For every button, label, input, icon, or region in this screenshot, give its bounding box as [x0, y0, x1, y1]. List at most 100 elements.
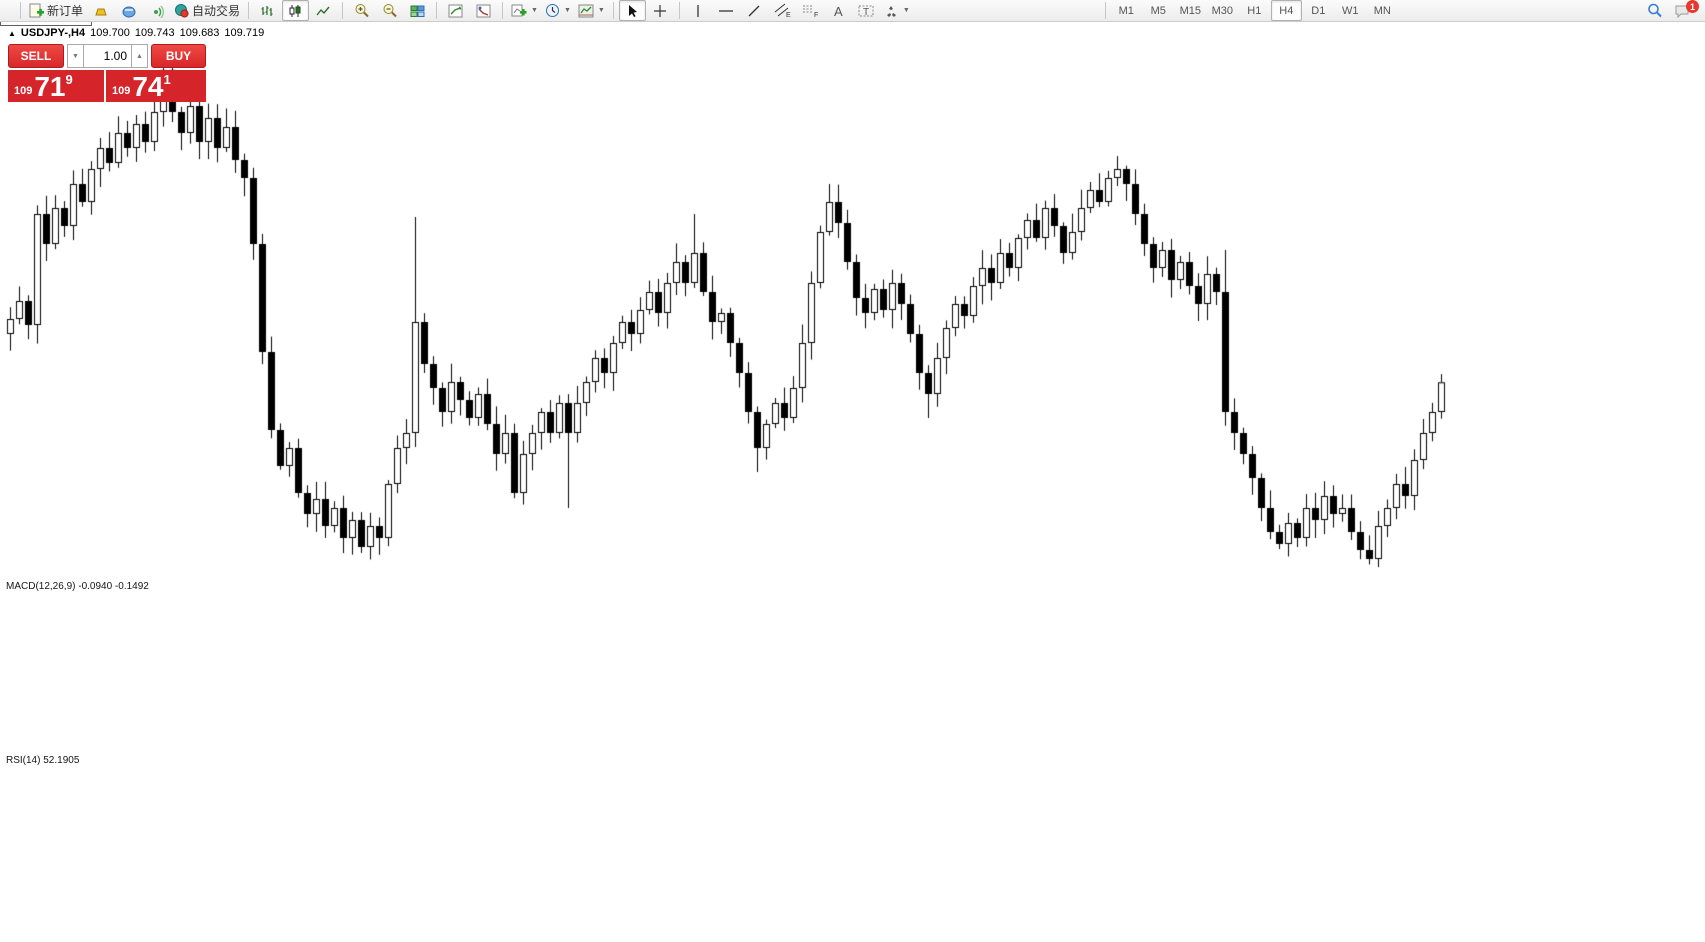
text-button[interactable]: A: [825, 0, 852, 21]
timeframe-m15[interactable]: M15: [1175, 0, 1206, 21]
indicator-window-button[interactable]: [442, 0, 469, 21]
toolbar-separator: [679, 2, 680, 19]
buy-button[interactable]: BUY: [151, 44, 206, 68]
timeframe-m5[interactable]: M5: [1143, 0, 1174, 21]
cursor-button[interactable]: [619, 0, 646, 21]
autotrading-icon: [174, 3, 189, 18]
buy-price-point: 1: [164, 72, 171, 87]
fibonacci-button[interactable]: F: [797, 0, 824, 21]
timeframe-w1[interactable]: W1: [1335, 0, 1366, 21]
channel-button[interactable]: E: [769, 0, 796, 21]
template-icon: [578, 4, 594, 18]
tile-windows-icon: [410, 4, 425, 18]
channel-icon: E: [774, 3, 791, 18]
bar-chart-button[interactable]: [254, 0, 281, 21]
new-order-label: 新订单: [47, 2, 83, 19]
tile-windows-button[interactable]: [404, 0, 431, 21]
toolbar-separator: [613, 2, 614, 19]
sell-price-pips: 71: [34, 74, 65, 100]
notifications-button[interactable]: 1: [1672, 0, 1702, 21]
mt4-window: 新订单 自动交易 ▼ ▼ ▼ E F A T ▼: [0, 0, 1705, 942]
arrows-icon: [884, 4, 899, 18]
signal-button[interactable]: [143, 0, 170, 21]
svg-text:F: F: [814, 12, 818, 18]
indicator-window-icon: [448, 4, 463, 18]
clock-icon: [545, 3, 560, 18]
candlestick-chart-icon: [288, 4, 303, 18]
timeframe-m1[interactable]: M1: [1111, 0, 1142, 21]
search-icon: [1647, 3, 1663, 18]
search-button[interactable]: [1641, 0, 1668, 21]
toolbar-separator: [502, 2, 503, 19]
toolbar-separator: [20, 2, 21, 19]
toolbar: 新订单 自动交易 ▼ ▼ ▼ E F A T ▼: [0, 0, 1705, 22]
horizontal-line-button[interactable]: [713, 0, 740, 21]
crosshair-button[interactable]: [647, 0, 674, 21]
toolbar-separator: [248, 2, 249, 19]
ohlc-close: 109.719: [224, 27, 264, 39]
candlestick-chart-button[interactable]: [282, 0, 309, 21]
buy-price-display[interactable]: 109 74 1: [106, 70, 206, 102]
autotrading-label: 自动交易: [192, 2, 240, 19]
volume-up-button[interactable]: ▲: [131, 44, 148, 68]
new-order-button[interactable]: 新订单: [26, 0, 86, 21]
vertical-line-button[interactable]: [685, 0, 712, 21]
volume-input[interactable]: 1.00: [84, 44, 131, 68]
objects-window-icon: [476, 4, 491, 18]
timeframe-mn[interactable]: MN: [1367, 0, 1398, 21]
new-chart-icon: [511, 3, 527, 18]
autotrading-button[interactable]: 自动交易: [171, 0, 243, 21]
svg-text:A: A: [834, 4, 843, 18]
gold-button[interactable]: [87, 0, 114, 21]
new-chart-button[interactable]: ▼: [508, 0, 541, 21]
vertical-line-icon: [692, 4, 704, 18]
template-button[interactable]: ▼: [575, 0, 608, 21]
horizontal-line-icon: [718, 4, 734, 18]
line-chart-button[interactable]: [310, 0, 337, 21]
text-label-icon: T: [858, 4, 874, 18]
collapse-arrow-icon[interactable]: ▲: [8, 29, 16, 38]
signal-icon: [149, 4, 165, 18]
trendline-button[interactable]: [741, 0, 768, 21]
zoom-in-icon: [354, 3, 370, 18]
svg-text:T: T: [863, 7, 869, 18]
dropdown-caret-icon: ▼: [903, 7, 910, 14]
sell-price-point: 9: [66, 72, 73, 87]
volume-down-button[interactable]: ▼: [67, 44, 84, 68]
trend-arrows-overlay[interactable]: [0, 0, 1705, 942]
sell-price-display[interactable]: 109 71 9: [8, 70, 104, 102]
period-button[interactable]: ▼: [542, 0, 574, 21]
bar-chart-icon: [260, 4, 275, 18]
timeframe-h4[interactable]: H4: [1271, 0, 1302, 21]
objects-window-button[interactable]: [470, 0, 497, 21]
toolbar-separator: [436, 2, 437, 19]
svg-text:E: E: [786, 12, 791, 18]
clipped-icon: [3, 0, 15, 21]
timeframe-h1[interactable]: H1: [1239, 0, 1270, 21]
text-label-button[interactable]: T: [853, 0, 880, 21]
chart-title: ▲ USDJPY-,H4 109.700 109.743 109.683 109…: [8, 27, 264, 39]
gold-icon: [93, 4, 109, 18]
sell-button[interactable]: SELL: [8, 44, 64, 68]
dropdown-caret-icon: ▼: [598, 7, 605, 14]
market-button[interactable]: [115, 0, 142, 21]
text-icon: A: [832, 4, 845, 18]
line-chart-icon: [316, 4, 331, 18]
zoom-in-button[interactable]: [348, 0, 375, 21]
sell-price-figure: 109: [14, 85, 32, 97]
buy-price-pips: 74: [132, 74, 163, 100]
timeframe-d1[interactable]: D1: [1303, 0, 1334, 21]
fibonacci-icon: F: [802, 3, 819, 18]
notification-badge: 1: [1686, 0, 1699, 13]
zoom-out-button[interactable]: [376, 0, 403, 21]
toolbar-separator: [1105, 2, 1106, 19]
arrows-button[interactable]: ▼: [881, 0, 913, 21]
ohlc-low: 109.683: [180, 27, 220, 39]
crosshair-icon: [653, 4, 667, 18]
dropdown-caret-icon: ▼: [564, 7, 571, 14]
new-order-icon: [29, 3, 44, 18]
timeframe-m30[interactable]: M30: [1207, 0, 1238, 21]
market-icon: [121, 4, 137, 18]
trendline-icon: [747, 4, 761, 18]
buy-price-figure: 109: [112, 85, 130, 97]
